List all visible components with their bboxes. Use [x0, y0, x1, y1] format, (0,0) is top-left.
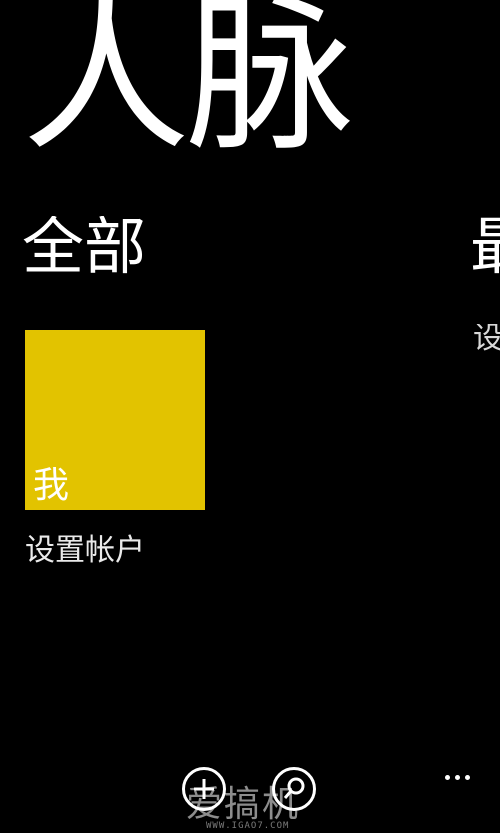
setup-account-link[interactable]: 设置帐户 [25, 536, 145, 566]
pivot-item-all[interactable]: 全部 [22, 216, 146, 278]
add-icon [194, 779, 214, 799]
me-tile-label: 我 [33, 465, 70, 506]
app-bar: 爱搞机 WWW.IGAO7.COM [0, 761, 500, 833]
add-contact-button[interactable] [182, 767, 226, 811]
watermark-url: WWW.IGAO7.COM [206, 821, 290, 831]
pivot-item-recent[interactable]: 最 [470, 216, 500, 278]
pivot-header-bar: 全部 最 [0, 216, 500, 296]
me-tile[interactable]: 我 [25, 330, 205, 510]
ellipsis-icon[interactable] [444, 773, 474, 783]
search-icon [283, 777, 305, 799]
app-title: 人脉 [22, 0, 354, 174]
next-pivot-peek-text: 设 [473, 324, 500, 354]
search-button[interactable] [272, 767, 316, 811]
